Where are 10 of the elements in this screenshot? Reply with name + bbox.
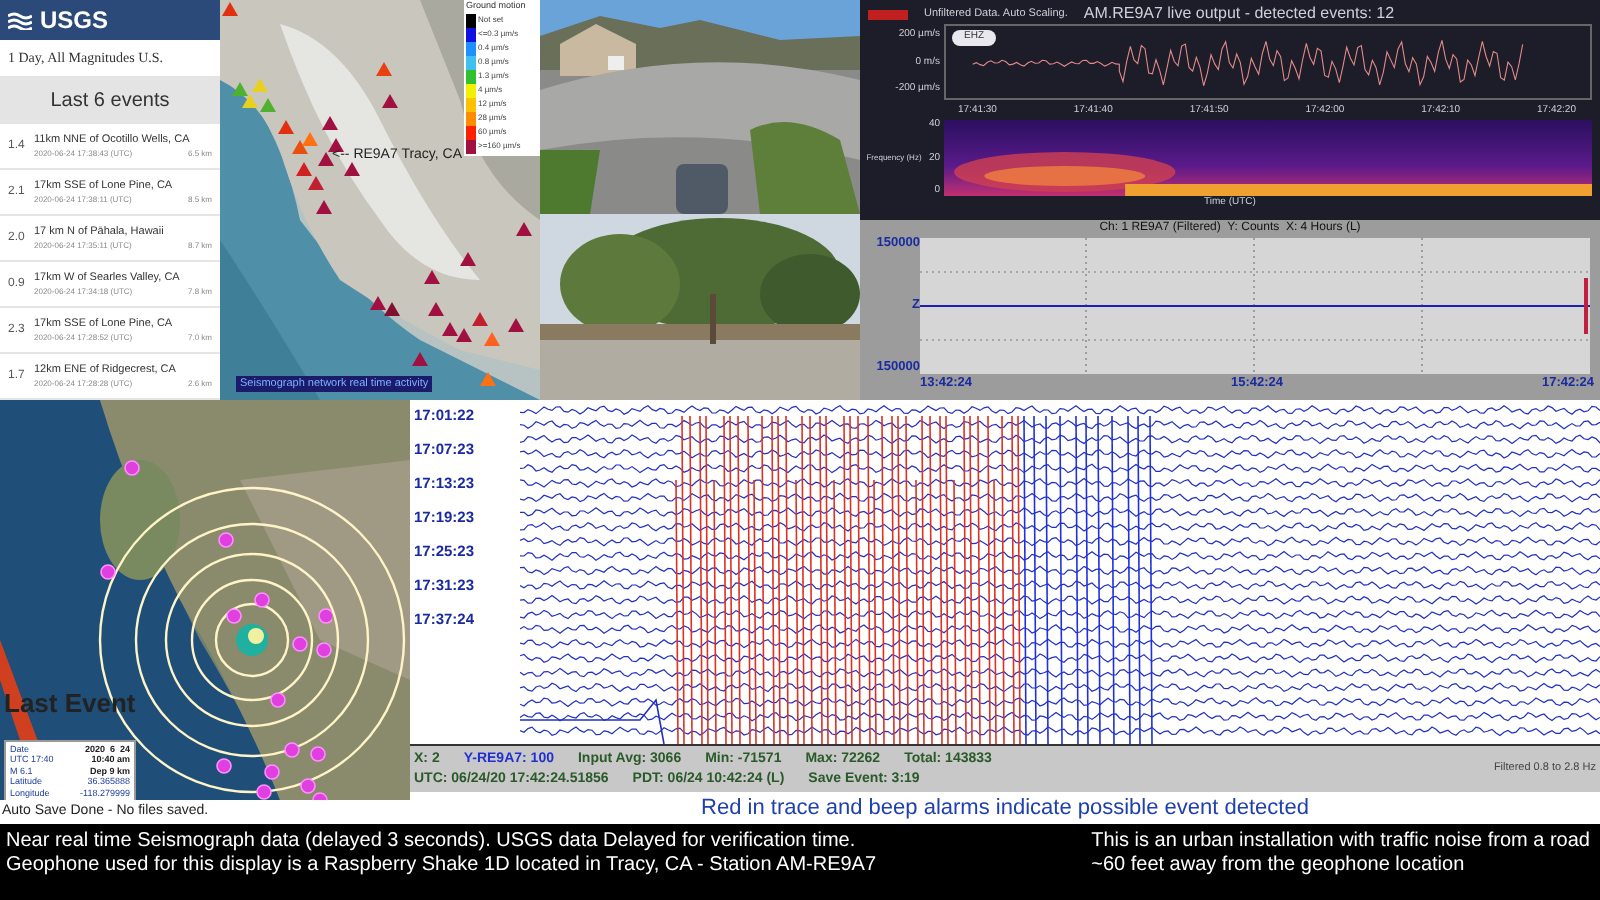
alert-message: Red in trace and beep alarms indicate possible event detected: [699, 794, 1311, 824]
footer-text: Near real time Seismograph data (delayed 3 seconds). USGS data Delayed for verification time.: [6, 830, 858, 854]
footer-text: Geophone used for this display is a Raspberry Shake 1D located in Tracy, CA - Station AM-RE9A7: [6, 854, 877, 878]
events-heading: Last 6 events: [0, 76, 220, 124]
logo-text: USGS: [40, 4, 109, 38]
wave-logo-icon: [8, 11, 32, 29]
footer-text: This is an urban installation with traffic noise from a road: [1091, 830, 1590, 854]
footer-text: ~60 feet away from the geophone location: [1091, 854, 1467, 878]
logo-icon: [868, 9, 908, 19]
chart-title: AM.RE9A7 live output - detected events: 12: [1083, 2, 1395, 26]
